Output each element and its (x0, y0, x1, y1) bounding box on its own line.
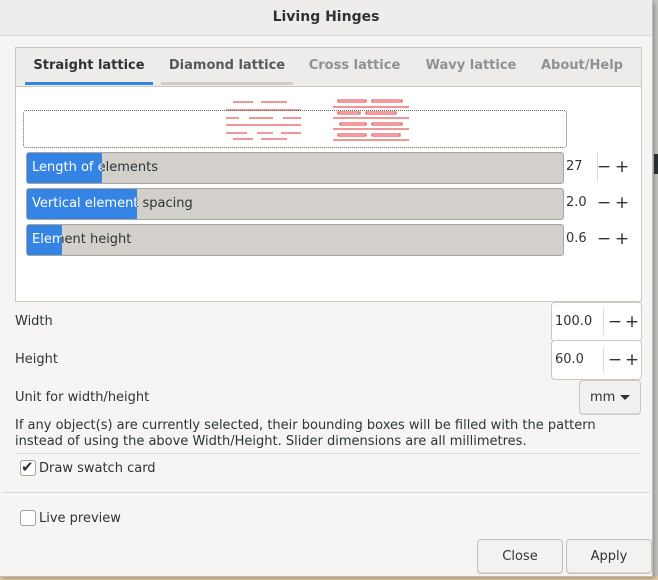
length-of-elements-slider[interactable]: Length of elements Length of elements (26, 152, 564, 184)
width-spinbox[interactable]: 100.0 − + (551, 302, 642, 342)
checkmark-icon: ✔ (21, 458, 34, 476)
vertical-element-spacing-value: 2.0 (566, 195, 587, 210)
tab-bar: Straight lattice Diamond lattice Cross l… (16, 48, 641, 87)
slider-label-highlight: Length of elements (32, 160, 102, 175)
height-decrease-button[interactable]: − (595, 224, 613, 254)
width-increase-button[interactable]: + (623, 303, 641, 341)
length-decrease-button[interactable]: − (595, 152, 613, 182)
spacing-decrease-button[interactable]: − (595, 188, 613, 218)
height-spinbox[interactable]: 60.0 − + (551, 340, 642, 380)
width-label: Width (15, 314, 53, 329)
lattice-notebook: Straight lattice Diamond lattice Cross l… (15, 47, 642, 302)
slider-focus-ring (23, 110, 567, 148)
tab-about-help[interactable]: About/Help (532, 48, 632, 84)
unit-selected-value: mm (590, 390, 616, 405)
live-preview-checkbox[interactable] (20, 510, 36, 526)
slider-fill-clip: Length of elements (27, 153, 102, 183)
slider-label-highlight: Element height (32, 232, 62, 247)
height-label: Height (15, 352, 58, 367)
slider-fill-clip: Vertical element spacing (27, 189, 137, 219)
spacing-increase-button[interactable]: + (613, 188, 631, 218)
unit-dropdown[interactable]: mm (579, 380, 641, 415)
unit-label: Unit for width/height (15, 390, 150, 405)
vertical-element-spacing-slider[interactable]: Vertical element spacing Vertical elemen… (26, 188, 564, 220)
selection-info-text: If any object(s) are currently selected,… (15, 418, 596, 449)
length-increase-button[interactable]: + (613, 152, 631, 182)
spin-divider (603, 347, 604, 373)
element-height-slider[interactable]: Element height Element height (26, 224, 564, 256)
tab-straight-lattice[interactable]: Straight lattice (25, 48, 153, 85)
width-value[interactable]: 100.0 (555, 303, 592, 341)
length-of-elements-value: 27 (566, 159, 583, 174)
height-value[interactable]: 60.0 (555, 341, 584, 379)
tab-diamond-lattice[interactable]: Diamond lattice (161, 48, 293, 85)
height-field-decrease-button[interactable]: − (606, 341, 624, 379)
close-button[interactable]: Close (477, 539, 563, 574)
slider-label-highlight: Vertical element spacing (32, 196, 137, 211)
slider-fill-clip: Element height (27, 225, 62, 255)
window-title: Living Hinges (0, 0, 652, 36)
apply-button[interactable]: Apply (566, 539, 652, 574)
tab-cross-lattice[interactable]: Cross lattice (299, 48, 410, 84)
chevron-down-icon (620, 395, 630, 400)
divider (15, 453, 640, 454)
draw-swatch-card-label[interactable]: Draw swatch card (39, 461, 156, 476)
draw-swatch-card-checkbox[interactable]: ✔ (20, 458, 36, 476)
element-height-value: 0.6 (566, 231, 587, 246)
width-decrease-button[interactable]: − (606, 303, 624, 341)
living-hinges-dialog: Living Hinges Straight lattice Diamond l… (0, 0, 653, 577)
live-preview-label[interactable]: Live preview (39, 511, 121, 526)
divider (2, 492, 650, 493)
tab-wavy-lattice[interactable]: Wavy lattice (416, 48, 526, 84)
spin-divider (603, 309, 604, 335)
height-increase-button[interactable]: + (613, 224, 631, 254)
background-window-notch (654, 154, 658, 174)
height-field-increase-button[interactable]: + (623, 341, 641, 379)
